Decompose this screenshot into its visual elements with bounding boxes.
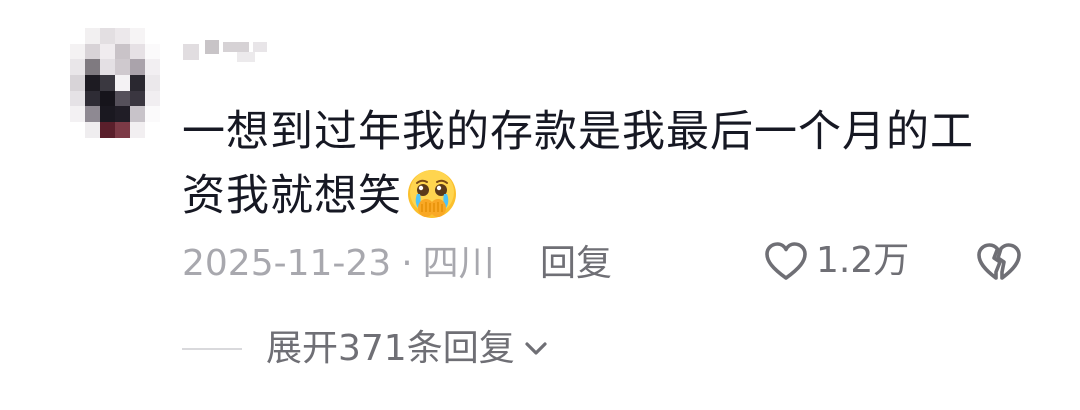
comment-location: 四川 xyxy=(422,243,495,284)
expand-replies-label: 展开371条回复 xyxy=(266,328,515,369)
comment-text-line-2-text: 资我就想笑 xyxy=(182,171,402,221)
heart-outline-icon xyxy=(765,242,807,280)
comment-item: 一想到过年我的存款是我最后一个月的工 资我就想笑 2025-11-23 · 四川… xyxy=(0,0,1080,410)
divider-dash xyxy=(182,348,242,350)
username-blurred[interactable] xyxy=(183,38,273,64)
broken-heart-icon[interactable] xyxy=(974,238,1024,286)
avatar[interactable] xyxy=(70,28,160,138)
comment-text: 一想到过年我的存款是我最后一个月的工 资我就想笑 xyxy=(182,100,1022,228)
comment-text-line-1: 一想到过年我的存款是我最后一个月的工 xyxy=(182,107,974,157)
comment-date: 2025-11-23 xyxy=(182,243,392,284)
reply-button[interactable]: 回复 xyxy=(540,240,612,288)
comment-text-line-2: 资我就想笑 xyxy=(182,164,1022,228)
like-count: 1.2万 xyxy=(816,240,910,281)
chevron-down-icon xyxy=(525,342,547,355)
comment-meta: 2025-11-23 · 四川 xyxy=(182,240,495,288)
crying-laughing-emoji-icon xyxy=(408,170,456,218)
like-button[interactable]: 1.2万 xyxy=(762,237,909,285)
meta-separator: · xyxy=(401,243,413,284)
expand-replies-button[interactable]: 展开371条回复 xyxy=(182,325,551,373)
